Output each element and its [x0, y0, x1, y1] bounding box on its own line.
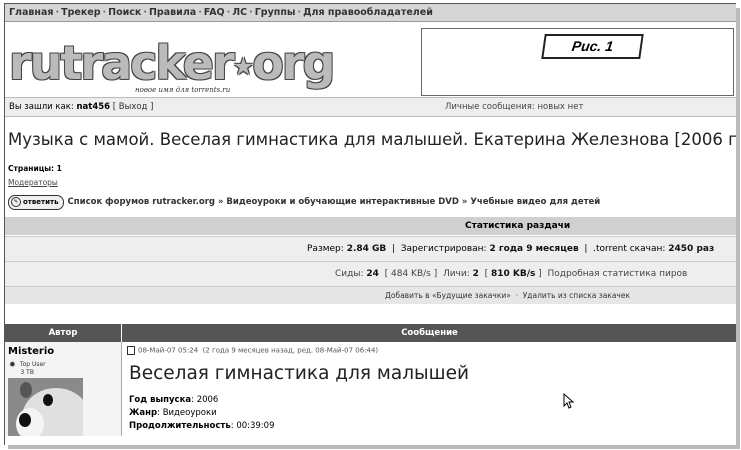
reply-icon: ✎: [11, 196, 21, 207]
author-column: Misterio ✹ Top User 3 TB: [5, 342, 122, 445]
field-label: Продолжительность: [129, 421, 231, 431]
seeds-speed: 484 KB/s: [391, 269, 431, 279]
message-column-header: Сообщение: [121, 324, 736, 342]
nav-separator: ·: [102, 7, 107, 18]
logout-link[interactable]: [ Выход ]: [113, 102, 154, 112]
logo-text: rutracker: [9, 36, 235, 90]
downloaded-label: .torrent скачан:: [593, 244, 666, 254]
stats-header-text: Статистика раздачи: [465, 221, 571, 231]
field-label: Год выпуска: [129, 395, 192, 405]
seeds-value: 24: [366, 269, 379, 279]
nav-separator: ·: [249, 7, 253, 18]
header: rutracker★org новое имя для torrents.ru …: [5, 22, 736, 96]
nav-separator: ·: [143, 7, 147, 18]
site-logo[interactable]: rutracker★org: [9, 36, 335, 92]
nav-rules[interactable]: Правила: [149, 7, 196, 18]
stats-size-row: Размер: 2.84 GB | Зарегистрирован: 2 год…: [5, 236, 736, 261]
moderators-link[interactable]: Модераторы: [8, 178, 58, 187]
author-name[interactable]: Misterio: [8, 346, 54, 357]
username-link[interactable]: nat456: [76, 102, 110, 112]
post-date-extra: (2 года 9 месяцев назад, ред. 08-Май-07 …: [202, 346, 379, 355]
nav-separator: ·: [55, 7, 60, 18]
topic-title: Музыка с мамой. Веселая гимнастика для м…: [8, 130, 736, 149]
post-title: Веселая гимнастика для малышей: [129, 363, 469, 384]
author-column-header: Автор: [48, 328, 78, 338]
downloaded-value: 2450 раз: [668, 244, 715, 254]
field-value: 2006: [196, 395, 219, 405]
user-rank: ✹ Top User 3 TB: [9, 360, 46, 376]
nav-separator: ·: [297, 7, 302, 18]
torn-edge: [5, 436, 736, 445]
field-value: Видеоуроки: [162, 408, 217, 418]
nav-pm[interactable]: ЛС: [232, 7, 247, 18]
peers-stats-link[interactable]: Подробная статистика пиров: [548, 269, 688, 279]
breadcrumb: ✎ ответить Список форумов rutracker.org » …: [8, 194, 600, 210]
reply-button[interactable]: ✎ ответить: [8, 194, 64, 210]
rank-label: Top User: [19, 361, 46, 368]
registered-label: Зарегистрирован:: [400, 244, 487, 254]
remove-future-link[interactable]: Удалить из списка закачек: [523, 291, 630, 300]
avatar: [8, 378, 83, 445]
nav-faq[interactable]: FAQ: [204, 7, 225, 18]
nav-search[interactable]: Поиск: [108, 7, 141, 18]
post-date: 08-Май-07 05:24: [138, 346, 199, 355]
breadcrumb-text[interactable]: Список форумов rutracker.org » Видеоурок…: [68, 197, 601, 207]
mouse-cursor-icon: [563, 393, 575, 409]
stats-peers-row: Сиды: 24 [ 484 KB/s ] Личи: 2 [ 810 KB/s…: [5, 261, 736, 286]
logo-suffix: org: [252, 36, 335, 90]
size-value: 2.84 GB: [346, 244, 387, 254]
private-messages-link[interactable]: Личные сообщения: новых нет: [445, 98, 583, 116]
rank-icon: ✹: [9, 360, 16, 369]
reply-button-label: ответить: [23, 197, 59, 206]
login-prefix: Вы зашли как:: [9, 102, 74, 112]
avatar-image: [8, 378, 83, 445]
size-label: Размер:: [307, 244, 344, 254]
pages-label: Страницы: 1: [8, 164, 62, 173]
field-year: Год выпуска: 2006: [129, 395, 219, 405]
rank-size: 3 TB: [20, 369, 34, 376]
nav-separator: ·: [198, 7, 202, 18]
field-duration: Продолжительность: 00:39:09: [129, 421, 275, 431]
leech-speed: 810 KB/s: [491, 269, 536, 279]
post-meta: 08-Май-07 05:24 (2 года 9 месяцев назад,…: [127, 346, 378, 355]
logo-slogan: новое имя для torrents.ru: [135, 86, 231, 94]
post-doc-icon[interactable]: [127, 346, 135, 355]
seeds-label: Сиды:: [335, 269, 364, 279]
nav-home[interactable]: Главная: [9, 7, 54, 18]
field-genre: Жанр: Видеоуроки: [129, 408, 217, 418]
top-navigation: Главная · Трекер · Поиск · Правила · FAQ · ЛС · Груп…: [5, 4, 736, 22]
figure-label: Рис. 1: [541, 34, 644, 59]
post-table-header: Автор Сообщение: [5, 324, 736, 342]
add-future-link[interactable]: Добавить в «Будущие закачки»: [385, 291, 511, 300]
registered-value: 2 года 9 месяцев: [489, 244, 579, 254]
nav-groups[interactable]: Группы: [255, 7, 296, 18]
star-icon: ★: [232, 52, 254, 81]
browser-page: Главная · Трекер · Поиск · Правила · FAQ · ЛС · Груп…: [4, 3, 736, 445]
field-value: 00:39:09: [236, 421, 275, 431]
nav-tracker[interactable]: Трекер: [61, 7, 100, 18]
leech-label: Личи:: [442, 269, 470, 279]
field-label: Жанр: [129, 408, 158, 418]
login-bar: Вы зашли как: nat456 [ Выход ] Личные со…: [5, 97, 736, 117]
spacer: [5, 304, 736, 324]
nav-copyright[interactable]: Для правообладателей: [303, 7, 433, 18]
stats-future-row: Добавить в «Будущие закачки» · Удалить и…: [5, 286, 736, 305]
leech-value: 2: [472, 269, 479, 279]
stats-header: Статистика раздачи: [5, 217, 736, 235]
